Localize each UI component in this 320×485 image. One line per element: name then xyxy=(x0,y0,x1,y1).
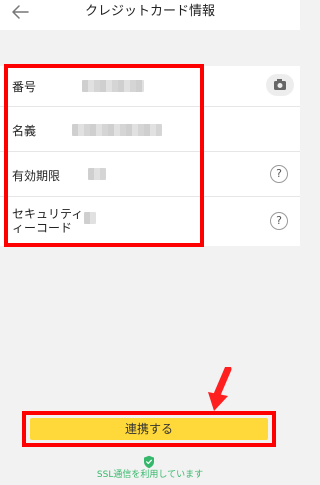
security-code-label: セキュリティ ィーコード xyxy=(12,207,83,235)
security-code-label-line1: セキュリティ xyxy=(12,207,84,221)
credit-card-form: 番号 名義 有効期限 ? セキュリティ ィーコード ? xyxy=(0,66,300,246)
card-holder-value xyxy=(72,124,162,136)
red-arrow-icon xyxy=(208,367,232,411)
expiry-value xyxy=(88,168,106,180)
connect-highlight-box: 連携する xyxy=(22,411,276,447)
card-number-value xyxy=(82,80,144,92)
connect-button[interactable]: 連携する xyxy=(30,418,268,440)
question-icon[interactable]: ? xyxy=(270,165,288,183)
card-number-label: 番号 xyxy=(12,80,37,94)
expiry-row[interactable]: 有効期限 ? xyxy=(0,152,300,196)
card-holder-row[interactable]: 名義 xyxy=(0,107,300,151)
shield-check-icon xyxy=(144,455,154,469)
camera-button[interactable] xyxy=(266,74,294,96)
page-title: クレジットカード情報 xyxy=(84,4,215,19)
camera-icon xyxy=(274,79,286,90)
security-code-label-line2: ィーコード xyxy=(12,221,73,235)
expiry-label: 有効期限 xyxy=(12,169,61,183)
ssl-notice: SSL通信を利用しています xyxy=(96,470,204,480)
security-code-value xyxy=(84,212,96,224)
app-header: クレジットカード情報 xyxy=(0,0,300,30)
card-number-row[interactable]: 番号 xyxy=(0,66,300,106)
question-icon[interactable]: ? xyxy=(270,212,288,230)
security-code-row[interactable]: セキュリティ ィーコード ? xyxy=(0,197,300,246)
card-holder-label: 名義 xyxy=(12,124,37,138)
